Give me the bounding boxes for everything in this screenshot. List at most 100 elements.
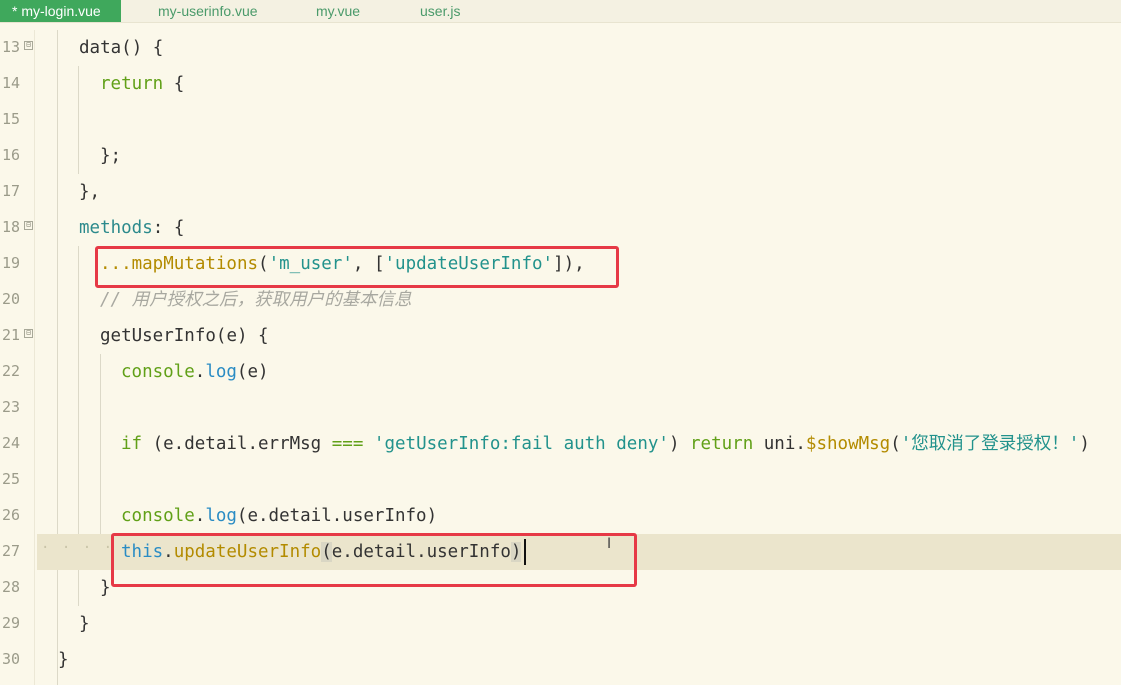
- tab-my-vue[interactable]: my.vue: [316, 0, 360, 22]
- text-caret: [524, 539, 526, 565]
- code-line-25[interactable]: [37, 462, 1121, 498]
- code-token: return: [100, 74, 164, 94]
- code-token: ): [1079, 434, 1090, 454]
- line-number: 27: [2, 542, 21, 560]
- code-token: () {: [121, 38, 164, 58]
- fold-collapse-icon[interactable]: ⊟: [24, 221, 33, 230]
- code-token: methods: [79, 218, 153, 238]
- gutter-line-20: 20: [0, 282, 36, 318]
- code-token: detail: [352, 542, 417, 562]
- code-token: detail: [184, 434, 248, 454]
- line-number: 23: [2, 398, 21, 416]
- gutter-line-24: 24: [0, 426, 36, 462]
- code-token: }: [58, 650, 69, 670]
- code-token: .: [416, 542, 427, 562]
- code-token: data: [79, 38, 122, 58]
- code-token: $showMsg: [805, 434, 891, 454]
- code-line-17[interactable]: },: [37, 174, 1121, 210]
- code-line-29[interactable]: }: [37, 606, 1121, 642]
- code-token: uni.: [753, 434, 806, 454]
- code-line-23[interactable]: [37, 390, 1121, 426]
- line-number: 25: [2, 470, 21, 488]
- code-line-26[interactable]: console.log(e.detail.userInfo): [37, 498, 1121, 534]
- code-line-30[interactable]: }: [37, 642, 1121, 678]
- fold-collapse-icon[interactable]: ⊟: [24, 41, 33, 50]
- line-number: 13: [2, 38, 21, 56]
- code-line-16[interactable]: };: [37, 138, 1121, 174]
- code-token: .: [247, 434, 258, 454]
- code-line-15[interactable]: [37, 102, 1121, 138]
- code-token: ===: [331, 434, 364, 454]
- code-token: 'm_user': [268, 254, 353, 274]
- code-line-24[interactable]: if (e.detail.errMsg === 'getUserInfo:fai…: [37, 426, 1121, 462]
- code-line-27-current[interactable]: · · · · · this.updateUserInfo(e.detail.u…: [37, 534, 1121, 570]
- code-line-20[interactable]: // 用户授权之后，获取用户的基本信息: [37, 282, 1121, 318]
- gutter-line-25: 25: [0, 462, 36, 498]
- line-number: 19: [2, 254, 21, 272]
- line-number: 18: [2, 218, 21, 236]
- code-line-21[interactable]: getUserInfo(e) {: [37, 318, 1121, 354]
- code-token: getUserInfo: [100, 326, 216, 346]
- code-token: (: [258, 254, 269, 274]
- code-token: (e.: [236, 506, 269, 526]
- code-token: userInfo: [342, 506, 427, 526]
- code-token: log: [205, 506, 237, 526]
- line-number: 20: [2, 290, 21, 308]
- code-token: 'updateUserInfo': [384, 254, 554, 274]
- code-token: ): [426, 506, 438, 526]
- code-token: .: [194, 506, 206, 526]
- code-line-28[interactable]: }: [37, 570, 1121, 606]
- line-number: 24: [2, 434, 21, 452]
- gutter-line-14: 14: [0, 66, 36, 102]
- code-token: (e): [236, 362, 269, 382]
- code-token: return: [690, 434, 754, 454]
- gutter-line-23: 23: [0, 390, 36, 426]
- code-token: (e.: [142, 434, 185, 454]
- code-token: .: [331, 506, 343, 526]
- gutter-line-30: 30: [0, 642, 36, 678]
- code-token: '您取消了登录授权！': [900, 434, 1080, 454]
- line-number: 17: [2, 182, 21, 200]
- tab-my-userinfo-vue[interactable]: my-userinfo.vue: [158, 0, 258, 22]
- code-line-18[interactable]: methods: {: [37, 210, 1121, 246]
- code-line-22[interactable]: console.log(e): [37, 354, 1121, 390]
- gutter-line-16: 16: [0, 138, 36, 174]
- line-number: 14: [2, 74, 21, 92]
- code-token: errMsg: [258, 434, 322, 454]
- code-comment: // 用户授权之后，获取用户的基本信息: [100, 290, 412, 310]
- code-line-13[interactable]: data() {: [37, 30, 1121, 66]
- code-token: detail: [268, 506, 332, 526]
- tab-user-js[interactable]: user.js: [420, 0, 460, 22]
- line-number: 15: [2, 110, 21, 128]
- code-line-19[interactable]: ...mapMutations('m_user', ['updateUserIn…: [37, 246, 1121, 282]
- code-token: updateUserInfo: [173, 542, 322, 562]
- code-token: ]),: [553, 254, 585, 274]
- code-token: (e) {: [215, 326, 269, 346]
- code-line-14[interactable]: return {: [37, 66, 1121, 102]
- line-number: 28: [2, 578, 21, 596]
- gutter-line-26: 26: [0, 498, 36, 534]
- editor-tab-bar: * my-login.vue my-userinfo.vue my.vue us…: [0, 0, 1121, 23]
- code-token: log: [205, 362, 237, 382]
- code-token: if: [121, 434, 143, 454]
- gutter-line-18: 18 ⊟: [0, 210, 36, 246]
- gutter-line-28: 28: [0, 570, 36, 606]
- gutter-line-13: 13 ⊟: [0, 30, 36, 66]
- tab-my-login-vue[interactable]: * my-login.vue: [0, 0, 121, 22]
- code-token: }: [79, 614, 90, 634]
- code-token: e.: [331, 542, 353, 562]
- code-token: 'getUserInfo:fail auth deny': [373, 434, 669, 454]
- code-token: },: [79, 182, 101, 202]
- code-token: (: [890, 434, 901, 454]
- code-token: userInfo: [426, 542, 511, 562]
- gutter-line-22: 22: [0, 354, 36, 390]
- gutter-divider: [34, 30, 35, 685]
- matched-paren: (: [321, 542, 332, 562]
- line-number-gutter: 13 ⊟ 14 15 16 17 18 ⊟ 19 20 21 ⊟ 22 23 2…: [0, 30, 36, 685]
- code-token: , [: [352, 254, 385, 274]
- fold-collapse-icon[interactable]: ⊟: [24, 329, 33, 338]
- code-token: : {: [152, 218, 185, 238]
- code-token: {: [163, 74, 185, 94]
